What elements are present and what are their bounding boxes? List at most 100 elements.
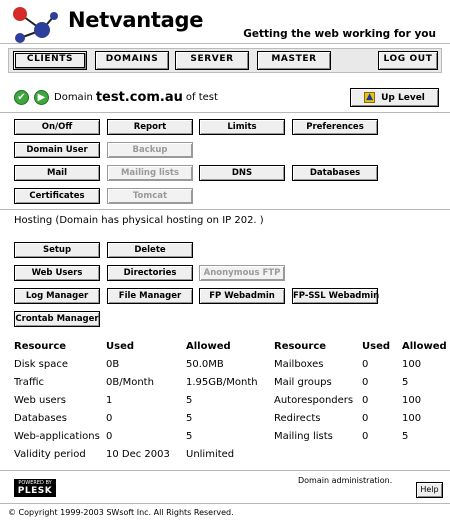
table-row: Mailing lists 0 5	[274, 428, 446, 446]
dns-button[interactable]: DNS	[199, 165, 285, 181]
table-row: Redirects 0 100	[274, 410, 446, 428]
up-level-button[interactable]: ▲ Up Level	[350, 88, 439, 107]
main-nav: CLIENTS DOMAINS SERVER MASTER LOG OUT	[8, 48, 442, 73]
log-manager-button[interactable]: Log Manager	[14, 288, 100, 304]
resource-cell: Validity period	[14, 449, 86, 460]
used-cell: 0B/Month	[106, 377, 154, 388]
nav-domains-button[interactable]: DOMAINS	[95, 51, 169, 70]
nav-clients-button[interactable]: CLIENTS	[13, 51, 87, 70]
table-row: Mail groups 0 5	[274, 374, 446, 392]
brand-name: Netvantage	[68, 8, 204, 32]
help-button[interactable]: Help	[416, 482, 443, 498]
anonymous-ftp-button: Anonymous FTP	[199, 265, 285, 281]
brand-tagline: Getting the web working for you	[243, 28, 436, 40]
allowed-cell: 1.95GB/Month	[186, 377, 258, 388]
used-cell: 0	[362, 413, 369, 424]
domain-name: test.com.au	[95, 89, 183, 105]
used-cell: 0	[362, 431, 369, 442]
used-cell: 0	[362, 359, 369, 370]
table-header: Resource Used Allowed	[274, 338, 447, 356]
footer-divider	[0, 503, 450, 504]
file-manager-button[interactable]: File Manager	[107, 288, 193, 304]
fp-ssl-webadmin-button[interactable]: FP-SSL Webadmin	[292, 288, 379, 304]
used-cell: 0	[106, 413, 113, 424]
plesk-logo: POWERED BY PLESK	[14, 479, 56, 497]
allowed-cell: 50.0MB	[186, 359, 224, 370]
allowed-cell: 5	[402, 431, 409, 442]
used-cell: 0B	[106, 359, 120, 370]
allowed-cell: 100	[402, 395, 422, 406]
up-arrow-icon: ▲	[364, 92, 376, 103]
header-allowed: Allowed	[402, 341, 447, 352]
backup-button: Backup	[107, 142, 193, 158]
table-row: Validity period 10 Dec 2003 Unlimited	[14, 446, 266, 464]
allowed-cell: 5	[186, 431, 193, 442]
resource-cell: Web users	[14, 395, 67, 406]
table-header: Resource Used Allowed	[14, 338, 266, 356]
fp-webadmin-button[interactable]: FP Webadmin	[199, 288, 285, 304]
used-cell: 0	[362, 395, 369, 406]
databases-button[interactable]: Databases	[292, 165, 378, 181]
limits-button[interactable]: Limits	[199, 119, 285, 135]
directories-button[interactable]: Directories	[107, 265, 193, 281]
allowed-cell: 5	[402, 377, 409, 388]
footer-text: Domain administration.	[298, 476, 393, 485]
preferences-button[interactable]: Preferences	[292, 119, 378, 135]
resource-cell: Traffic	[14, 377, 45, 388]
domain-owner: of test	[185, 91, 218, 103]
domain-user-button[interactable]: Domain User	[14, 142, 100, 158]
resource-table-right: Resource Used Allowed Mailboxes 0 100 Ma…	[274, 338, 447, 446]
used-cell: 10 Dec 2003	[106, 449, 170, 460]
allowed-cell: 100	[402, 359, 422, 370]
certificates-button[interactable]: Certificates	[14, 188, 100, 204]
table-row: Traffic 0B/Month 1.95GB/Month	[14, 374, 266, 392]
header-used: Used	[362, 341, 391, 352]
allowed-cell: Unlimited	[186, 449, 235, 460]
header-divider	[0, 43, 450, 44]
web-users-button[interactable]: Web Users	[14, 265, 100, 281]
allowed-cell: 100	[402, 413, 422, 424]
delete-button[interactable]: Delete	[107, 242, 193, 258]
copyright: © Copyright 1999-2003 SWsoft Inc. All Ri…	[8, 508, 234, 517]
plesk-label: PLESK	[17, 486, 53, 496]
logout-button[interactable]: LOG OUT	[378, 51, 438, 70]
header-allowed: Allowed	[186, 341, 231, 352]
header: Netvantage Getting the web working for y…	[0, 0, 450, 46]
crontab-manager-button[interactable]: Crontab Manager	[14, 311, 100, 327]
domain-prefix: Domain	[54, 91, 93, 103]
setup-button[interactable]: Setup	[14, 242, 100, 258]
table-row: Autoresponders 0 100	[274, 392, 446, 410]
play-icon: ▶	[34, 89, 49, 105]
resource-cell: Mailboxes	[274, 359, 324, 370]
table-row: Disk space 0B 50.0MB	[14, 356, 266, 374]
check-icon: ✔	[14, 89, 29, 105]
netvantage-logo-icon	[13, 7, 58, 43]
domain-title: ✔ ▶ Domain test.com.au of test	[14, 88, 218, 106]
divider	[0, 112, 450, 113]
table-row: Web-applications 0 5	[14, 428, 266, 446]
header-resource: Resource	[274, 341, 327, 352]
tomcat-button: Tomcat	[107, 188, 193, 204]
table-row: Web users 1 5	[14, 392, 266, 410]
mailing-lists-button: Mailing lists	[107, 165, 193, 181]
used-cell: 1	[106, 395, 113, 406]
report-button[interactable]: Report	[107, 119, 193, 135]
resource-cell: Web-applications	[14, 431, 100, 442]
nav-master-button[interactable]: MASTER	[257, 51, 331, 70]
table-row: Databases 0 5	[14, 410, 266, 428]
resource-cell: Mailing lists	[274, 431, 333, 442]
on-off-button[interactable]: On/Off	[14, 119, 100, 135]
used-cell: 0	[106, 431, 113, 442]
used-cell: 0	[362, 377, 369, 388]
table-row: Mailboxes 0 100	[274, 356, 446, 374]
resource-table-left: Resource Used Allowed Disk space 0B 50.0…	[14, 338, 266, 464]
resource-cell: Databases	[14, 413, 67, 424]
mail-button[interactable]: Mail	[14, 165, 100, 181]
allowed-cell: 5	[186, 413, 193, 424]
header-used: Used	[106, 341, 135, 352]
resource-cell: Mail groups	[274, 377, 332, 388]
nav-server-button[interactable]: SERVER	[175, 51, 249, 70]
up-level-label: Up Level	[381, 92, 425, 103]
hosting-info: Hosting (Domain has physical hosting on …	[14, 215, 264, 226]
resource-cell: Autoresponders	[274, 395, 354, 406]
